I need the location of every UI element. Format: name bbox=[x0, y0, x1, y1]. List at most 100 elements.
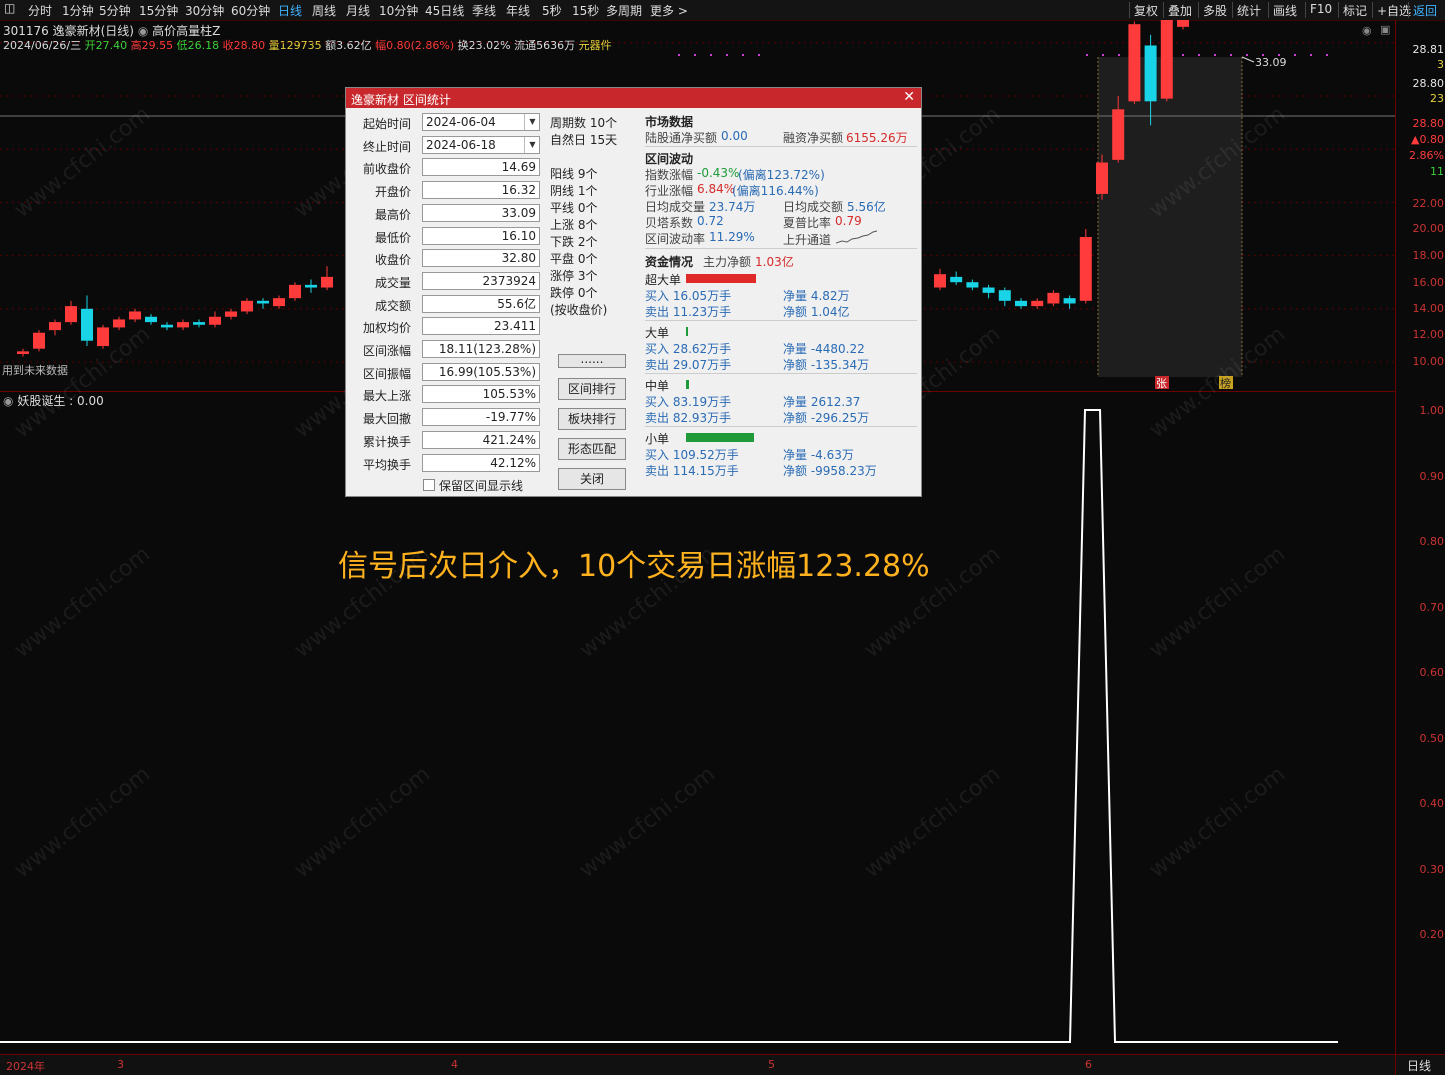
period-tab[interactable]: 5分钟 bbox=[99, 2, 131, 19]
period-tab[interactable]: 分时 bbox=[28, 2, 52, 19]
chevron-down-icon[interactable]: ▼ bbox=[524, 114, 540, 130]
period-tab[interactable]: 5秒 bbox=[542, 2, 562, 19]
date-combo[interactable]: 2024-06-18 bbox=[422, 135, 540, 154]
price-axis-label: 18.00 bbox=[1412, 249, 1445, 262]
wave-section-title: 区间波动 bbox=[645, 152, 694, 166]
range-stats-dialog: 逸豪新材 区间统计 ✕ 起始时间 2024-06-04 ▼ 终止时间 2024-06-1… bbox=[345, 87, 922, 497]
uptrend-sparkline bbox=[836, 230, 878, 244]
candle-body bbox=[1079, 236, 1092, 301]
field-label: 最低价 bbox=[374, 230, 411, 245]
count-item: 阳线 9个 bbox=[550, 167, 598, 181]
index-chg-value: -0.43% bbox=[697, 166, 740, 180]
field-label: 区间振幅 bbox=[362, 366, 411, 381]
period-tab[interactable]: 季线 bbox=[472, 2, 496, 19]
date-label: 3 bbox=[117, 1058, 124, 1071]
period-tab[interactable]: 年线 bbox=[506, 2, 530, 19]
signal-dot bbox=[1198, 54, 1200, 56]
period-tab[interactable]: 60分钟 bbox=[231, 2, 270, 19]
sell-volume: 卖出 11.23万手 bbox=[645, 305, 732, 319]
indicator-axis-label: 0.80 bbox=[1419, 535, 1445, 548]
candle-body bbox=[225, 311, 237, 317]
close-icon[interactable]: ✕ bbox=[903, 89, 915, 105]
count-item: 涨停 3个 bbox=[550, 269, 598, 283]
main-net-label: 主力净额 bbox=[703, 255, 752, 269]
candle-body bbox=[177, 322, 189, 328]
signal-dot bbox=[1182, 54, 1184, 56]
field-value: 2373924 bbox=[422, 271, 540, 290]
count-item: 平盘 0个 bbox=[550, 252, 598, 266]
industry-chg-label: 行业涨幅 bbox=[645, 184, 694, 198]
period-tab[interactable]: 月线 bbox=[346, 2, 370, 19]
period-tab[interactable]: 更多 > bbox=[650, 2, 688, 19]
net-amount: 净额 1.04亿 bbox=[783, 305, 850, 319]
toolbar-menu-item[interactable]: 返回 bbox=[1413, 2, 1437, 19]
beta-value: 0.72 bbox=[697, 214, 724, 228]
indicator-axis-label: 0.90 bbox=[1419, 469, 1445, 483]
dialog-button[interactable]: 板块排行 bbox=[558, 408, 626, 430]
field-label: 成交额 bbox=[374, 298, 411, 313]
net-volume: 净量 4.82万 bbox=[783, 289, 850, 303]
price-axis-label: 3 bbox=[1437, 58, 1444, 71]
period-tab[interactable]: 15秒 bbox=[572, 2, 599, 19]
dialog-button[interactable]: 区间排行 bbox=[558, 378, 626, 400]
high-price-marker: 33.09 bbox=[1255, 56, 1287, 69]
date-label: 6 bbox=[1085, 1058, 1092, 1071]
sidebar-toggle-icon[interactable]: ◫ bbox=[4, 1, 15, 15]
date-axis: 2024年 3 4 5 6 日线 bbox=[0, 1054, 1445, 1075]
period-indicator[interactable]: 日线 bbox=[1407, 1057, 1431, 1074]
price-axis-label: 28.81 bbox=[1412, 43, 1445, 56]
toolbar-menu-item[interactable]: 叠加 bbox=[1168, 2, 1192, 19]
field-value: 55.6亿 bbox=[422, 294, 540, 313]
date-combo[interactable]: 2024-06-04 bbox=[422, 113, 540, 131]
period-tab[interactable]: 多周期 bbox=[606, 2, 642, 19]
dialog-button[interactable]: 形态匹配 bbox=[558, 438, 626, 460]
count-item: (按收盘价) bbox=[550, 303, 608, 317]
dialog-titlebar[interactable]: 逸豪新材 区间统计 ✕ bbox=[346, 88, 921, 108]
net-amount: 净额 -135.34万 bbox=[783, 358, 870, 372]
keep-line-checkbox[interactable] bbox=[423, 479, 435, 491]
toolbar-menu-item[interactable]: 画线 bbox=[1273, 2, 1297, 19]
signal-dot bbox=[742, 54, 744, 56]
price-axis: 28.81 3 28.80 23 28.80 ▲0.80 2.86% 11 22.00 20.00… bbox=[1395, 20, 1445, 392]
toolbar-menu-item[interactable]: 标记 bbox=[1343, 2, 1367, 19]
period-tab[interactable]: 30分钟 bbox=[185, 2, 224, 19]
period-tab[interactable]: 15分钟 bbox=[139, 2, 178, 19]
price-axis-label: 23 bbox=[1430, 92, 1444, 105]
field-value: 42.12% bbox=[422, 453, 540, 472]
field-label: 收盘价 bbox=[374, 253, 411, 268]
candle-body bbox=[1015, 300, 1027, 307]
selected-range-highlight bbox=[1098, 57, 1242, 377]
toolbar-menu-item[interactable]: 多股 bbox=[1203, 2, 1227, 19]
field-label: 成交量 bbox=[374, 275, 411, 290]
candle-body bbox=[273, 298, 285, 307]
volatility-label: 区间波动率 bbox=[645, 232, 706, 246]
period-tab[interactable]: 10分钟 bbox=[379, 2, 418, 19]
candle-body bbox=[257, 300, 269, 304]
period-tab[interactable]: 45日线 bbox=[425, 2, 464, 19]
chevron-down-icon[interactable]: ▼ bbox=[524, 136, 540, 153]
dialog-button[interactable]: 关闭 bbox=[558, 468, 626, 490]
limit-up-marker[interactable]: 张 bbox=[1156, 377, 1167, 390]
candle-body bbox=[161, 324, 173, 328]
period-tab[interactable]: 1分钟 bbox=[62, 2, 94, 19]
period-tab[interactable]: 日线 bbox=[278, 2, 302, 19]
candle-body bbox=[193, 322, 205, 325]
net-volume: 净量 2612.37 bbox=[783, 395, 861, 409]
toolbar-menu-item[interactable]: +自选 bbox=[1377, 2, 1411, 19]
toolbar-menu-item[interactable]: 统计 bbox=[1237, 2, 1261, 19]
indicator-axis: 1.00 0.90 0.80 0.70 0.60 0.50 0.40 0.30 0.20 bbox=[1395, 392, 1445, 1054]
indicator-axis-label: 0.20 bbox=[1419, 928, 1445, 941]
field-label: 最大上涨 bbox=[362, 389, 411, 404]
candle-body bbox=[1031, 300, 1044, 307]
toolbar-menu-item[interactable]: F10 bbox=[1310, 2, 1332, 16]
period-tab[interactable]: 周线 bbox=[312, 2, 336, 19]
avg-volume-label: 日均成交量 bbox=[645, 200, 706, 214]
dialog-button[interactable]: ...... bbox=[558, 353, 626, 368]
candle-body bbox=[982, 287, 995, 293]
candle-body bbox=[49, 322, 61, 331]
toolbar-menu-item[interactable]: 复权 bbox=[1134, 2, 1158, 19]
count-item: 上涨 8个 bbox=[550, 218, 598, 232]
signal-dot bbox=[694, 54, 696, 56]
signal-dot bbox=[758, 54, 760, 56]
candle-body bbox=[934, 274, 946, 288]
